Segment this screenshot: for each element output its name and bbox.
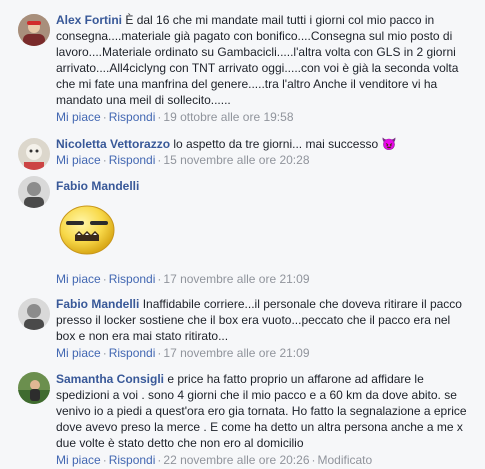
- devil-emoji-icon: 😈: [381, 137, 397, 151]
- like-link[interactable]: Mi piace: [56, 346, 101, 360]
- comment-body: Alex Fortini È dal 16 che mi mandate mai…: [56, 12, 471, 108]
- separator: ·: [102, 346, 107, 360]
- comment-actions: Mi piace · Rispondi · 17 novembre alle ore 2…: [56, 271, 310, 287]
- like-link[interactable]: Mi piace: [56, 153, 101, 167]
- grimacing-sticker-icon: [56, 197, 118, 259]
- reply-link[interactable]: Rispondi: [109, 272, 156, 286]
- avatar[interactable]: [18, 176, 50, 208]
- timestamp[interactable]: 17 novembre alle ore 21:09: [163, 346, 309, 360]
- avatar[interactable]: [18, 14, 50, 46]
- comment-author[interactable]: Samantha Consigli: [56, 372, 164, 386]
- avatar-image: [18, 372, 50, 404]
- timestamp[interactable]: 15 novembre alle ore 20:28: [163, 153, 309, 167]
- edited-label[interactable]: Modificato: [318, 453, 373, 467]
- comment-body: Nicoletta Vettorazzo lo aspetto da tre g…: [56, 136, 471, 152]
- avatar-image: [18, 138, 50, 170]
- comment-author[interactable]: Nicoletta Vettorazzo: [56, 137, 170, 151]
- avatar-image: [18, 298, 50, 330]
- comment-actions: Mi piace · Rispondi · 17 novembre alle ore 2…: [56, 345, 310, 361]
- comment-text: È dal 16 che mi mandate mail tutti i gio…: [56, 13, 459, 107]
- reply-link[interactable]: Rispondi: [109, 110, 156, 124]
- comment-author[interactable]: Alex Fortini: [56, 13, 122, 27]
- reply-link[interactable]: Rispondi: [109, 153, 156, 167]
- separator: ·: [102, 110, 107, 124]
- comment-body: Samantha Consigli e price ha fatto propr…: [56, 371, 471, 451]
- comment-actions: Mi piace · Rispondi · 22 novembre alle ore 2…: [56, 452, 372, 468]
- like-link[interactable]: Mi piace: [56, 272, 101, 286]
- comment-body: Fabio Mandelli: [56, 178, 471, 194]
- reply-link[interactable]: Rispondi: [109, 346, 156, 360]
- like-link[interactable]: Mi piace: [56, 110, 101, 124]
- comment-author[interactable]: Fabio Mandelli: [56, 297, 139, 311]
- timestamp[interactable]: 17 novembre alle ore 21:09: [163, 272, 309, 286]
- avatar[interactable]: [18, 138, 50, 170]
- avatar-image: [18, 14, 50, 46]
- comment-body: Fabio Mandelli Inaffidabile corriere...i…: [56, 296, 471, 344]
- separator: ·: [102, 272, 107, 286]
- separator: ·: [102, 153, 107, 167]
- timestamp[interactable]: 22 novembre alle ore 20:26: [163, 453, 309, 467]
- reply-link[interactable]: Rispondi: [109, 453, 156, 467]
- comment-author[interactable]: Fabio Mandelli: [56, 179, 139, 193]
- like-link[interactable]: Mi piace: [56, 453, 101, 467]
- comment-actions: Mi piace · Rispondi · 19 ottobre alle ore 19…: [56, 109, 294, 125]
- separator: ·: [311, 453, 316, 467]
- comment-text: lo aspetto da tre giorni... mai successo: [173, 137, 379, 151]
- timestamp[interactable]: 19 ottobre alle ore 19:58: [163, 110, 293, 124]
- avatar[interactable]: [18, 372, 50, 404]
- comment-actions: Mi piace · Rispondi · 15 novembre alle ore 2…: [56, 152, 310, 168]
- separator: ·: [102, 453, 107, 467]
- avatar[interactable]: [18, 298, 50, 330]
- avatar-image: [18, 176, 50, 208]
